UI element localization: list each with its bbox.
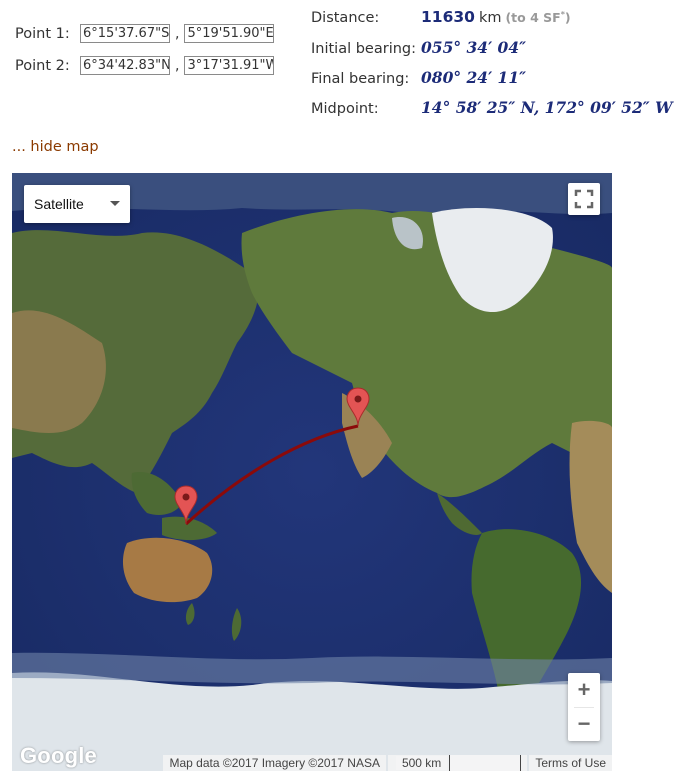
- terms-of-use-link[interactable]: Terms of Use: [529, 755, 612, 771]
- significant-figures-note: (to 4 SF*): [505, 9, 571, 25]
- fullscreen-icon: [574, 189, 594, 209]
- map-marker-icon[interactable]: [346, 387, 370, 427]
- google-logo: Google: [20, 743, 97, 768]
- zoom-control: + −: [568, 673, 600, 741]
- final-bearing-row: Final bearing: 080° 24′ 11″: [311, 68, 672, 98]
- initial-bearing-value: 055° 34′ 04″: [421, 38, 527, 57]
- satellite-map-imagery: [12, 173, 612, 771]
- initial-bearing-row: Initial bearing: 055° 34′ 04″: [311, 38, 672, 68]
- distance-number: 11630: [421, 8, 475, 26]
- map-attribution-bar: Map data ©2017 Imagery ©2017 NASA 500 km…: [161, 755, 612, 771]
- midpoint-row: Midpoint: 14° 58′ 25″ N, 172° 09′ 52″ W: [311, 98, 672, 128]
- point-2-lon-input[interactable]: 3°17'31.91"W: [184, 56, 275, 75]
- point-2-row: Point 2: 6°34'42.83"N , 3°17'31.91"W: [15, 56, 275, 75]
- point-2-label: Point 2:: [15, 57, 70, 74]
- distance-unit: km: [478, 10, 502, 26]
- map-type-label: Satellite: [34, 196, 84, 212]
- point-2-lat-input[interactable]: 6°34'42.83"N: [80, 56, 170, 75]
- map-type-select[interactable]: Satellite: [24, 185, 130, 223]
- map-marker-icon[interactable]: [174, 485, 198, 525]
- point-1-lon-input[interactable]: 5°19'51.90"E: [184, 24, 275, 43]
- results-panel: Distance: 11630 km (to 4 SF*) Initial bear…: [311, 8, 672, 128]
- comma: ,: [175, 25, 180, 42]
- scale-bar[interactable]: 500 km: [387, 755, 528, 771]
- fullscreen-button[interactable]: [568, 183, 600, 215]
- initial-bearing-label: Initial bearing:: [311, 41, 417, 57]
- final-bearing-label: Final bearing:: [311, 71, 410, 87]
- chevron-down-icon: [110, 201, 120, 206]
- comma: ,: [175, 57, 180, 74]
- scale-label: 500 km: [395, 756, 448, 770]
- distance-label: Distance:: [311, 10, 380, 26]
- final-bearing-value: 080° 24′ 11″: [421, 68, 527, 87]
- map-view[interactable]: Satellite + − Google Map data ©2017 Imag…: [12, 173, 612, 771]
- point-1-label: Point 1:: [15, 25, 70, 42]
- point-1-lat-input[interactable]: 6°15'37.67"S: [80, 24, 170, 43]
- hide-map-link[interactable]: ... hide map: [12, 139, 99, 155]
- midpoint-value: 14° 58′ 25″ N, 172° 09′ 52″ W: [421, 98, 673, 117]
- distance-row: Distance: 11630 km (to 4 SF*): [311, 8, 672, 38]
- zoom-out-button[interactable]: −: [568, 707, 600, 741]
- scale-bar-graphic: [449, 755, 522, 771]
- map-attribution: Map data ©2017 Imagery ©2017 NASA: [163, 755, 386, 771]
- zoom-in-button[interactable]: +: [568, 673, 600, 707]
- point-1-row: Point 1: 6°15'37.67"S , 5°19'51.90"E: [15, 24, 275, 43]
- midpoint-label: Midpoint:: [311, 101, 379, 117]
- distance-value: 11630 km (to 4 SF*): [421, 8, 571, 26]
